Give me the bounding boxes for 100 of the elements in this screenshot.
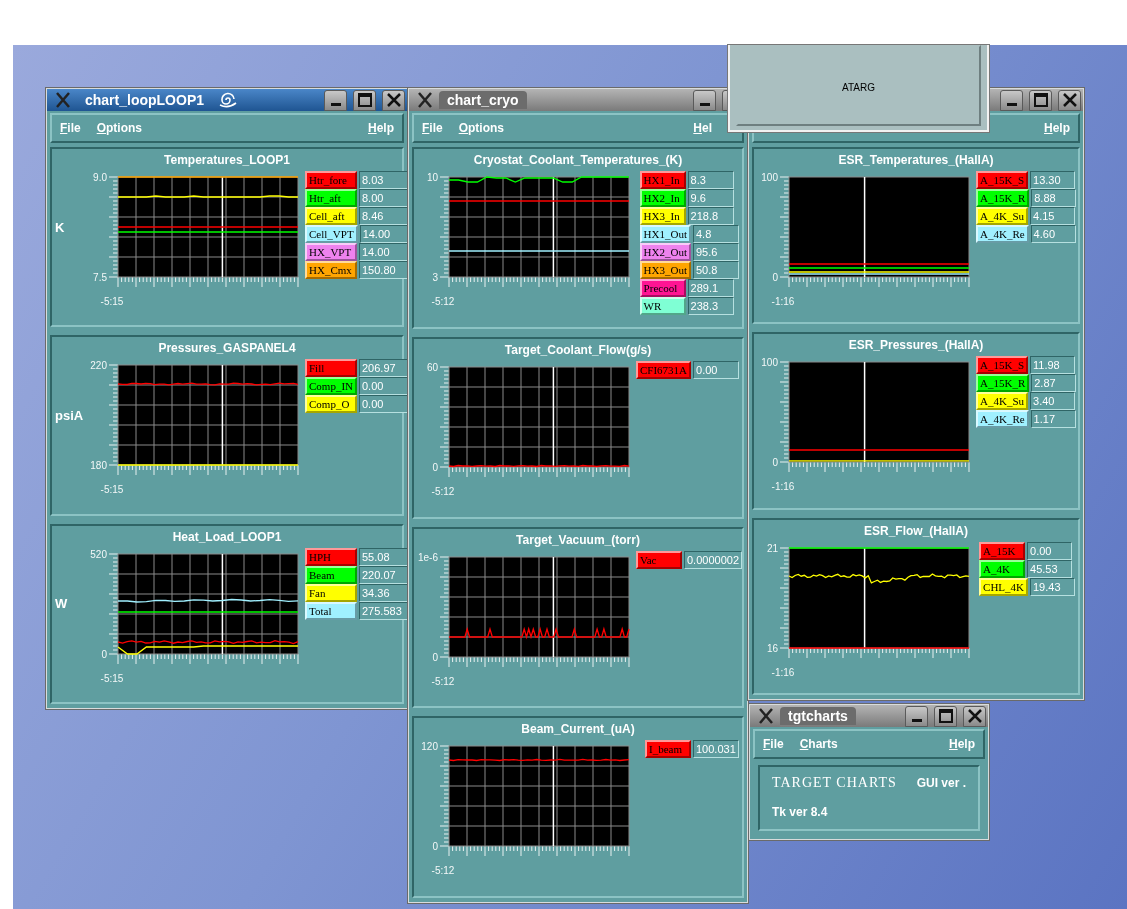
channel-button[interactable]: A_15K [979, 541, 1026, 560]
unit-label: psiA [55, 407, 84, 423]
value-field: 8.88 [1031, 189, 1077, 207]
axis-label: 0 [772, 457, 778, 469]
channel-button[interactable]: HX1_In [639, 171, 686, 189]
channel-button[interactable]: HX3_In [639, 207, 686, 225]
minimize-icon [1006, 103, 1017, 106]
value-field: 0.0000002 [684, 550, 742, 569]
axis-label: 100 [761, 357, 778, 369]
chart-title: ESR_Temperatures_(HallA) [837, 153, 995, 167]
swirl-icon [218, 91, 239, 109]
channel-button[interactable]: A_15K_S [976, 356, 1028, 375]
value-field: 1.17 [1030, 410, 1076, 429]
value-field: 95.6 [693, 243, 739, 261]
close-button[interactable] [382, 89, 405, 111]
value-field: 238.3 [687, 297, 734, 315]
minimize-icon [699, 103, 710, 106]
chart-title: ESR_Flow_(HallA) [863, 523, 969, 538]
maximize-button[interactable] [1029, 89, 1052, 111]
channel-button[interactable]: HX2_In [639, 189, 686, 207]
maximize-icon [357, 93, 372, 107]
axis-label: 9.0 [93, 172, 107, 183]
channel-button[interactable]: CFI6731A [636, 360, 692, 379]
channel-button[interactable]: Htr_fore [305, 171, 357, 189]
chart-title: Beam_Current_(uA) [520, 722, 636, 737]
channel-button[interactable]: Cell_aft [305, 207, 357, 225]
minimize-button[interactable] [905, 705, 928, 727]
value-field: 3.40 [1030, 392, 1075, 411]
time-label: -5:15 [100, 296, 124, 307]
chart-title: Cryostat_Coolant_Temperatures_(K) [472, 153, 684, 167]
dialog-label: ATARG [842, 82, 875, 93]
axis-label: 0 [772, 272, 778, 283]
channel-button[interactable]: A_4K_Re [976, 225, 1029, 243]
close-button[interactable] [1058, 89, 1081, 111]
channel-button[interactable]: HPH [305, 547, 357, 566]
channel-button[interactable]: HX_Cmx [305, 261, 357, 279]
value-field: 4.15 [1030, 207, 1075, 225]
chart-title: Temperatures_LOOP1 [163, 153, 291, 167]
minimize-button[interactable] [324, 89, 347, 111]
minimize-icon [911, 719, 922, 722]
channel-button[interactable]: A_4K_Re [976, 410, 1029, 429]
chart-title: Heat_Load_LOOP1 [171, 529, 283, 544]
channel-button[interactable]: A_4K_Su [976, 207, 1028, 225]
axis-label: 21 [766, 542, 778, 554]
value-field: 9.6 [687, 189, 734, 207]
channel-button[interactable]: Htr_aft [305, 189, 357, 207]
axis-label: 7.5 [93, 272, 107, 283]
value-field: 19.43 [1030, 577, 1075, 596]
time-label: -5:15 [100, 672, 124, 684]
unit-label: K [55, 219, 65, 235]
channel-button[interactable]: I_beam [645, 740, 691, 759]
channel-button[interactable]: HX1_Out [639, 225, 691, 243]
axis-label: 120 [421, 741, 438, 753]
value-field: 0.00 [1027, 541, 1073, 560]
maximize-button[interactable] [353, 89, 376, 111]
axis-label: 520 [90, 548, 107, 560]
channel-button[interactable]: A_4K_Su [976, 392, 1028, 411]
maximize-icon [938, 709, 953, 723]
minimize-button[interactable] [693, 89, 716, 111]
chart-title: Pressures_GASPANEL4 [157, 341, 297, 356]
channel-button[interactable]: HX2_Out [639, 243, 691, 261]
channel-button[interactable]: Comp_IN [305, 377, 357, 396]
axis-label: 10 [426, 172, 438, 183]
maximize-icon [1033, 93, 1048, 107]
close-button[interactable] [963, 705, 986, 727]
channel-button[interactable]: Precool [639, 279, 686, 297]
channel-button[interactable]: HX3_Out [639, 261, 691, 279]
value-field: 11.98 [1030, 356, 1075, 375]
channel-button[interactable]: Fill [305, 359, 357, 378]
channel-button[interactable]: Vac [636, 550, 682, 569]
channel-button[interactable]: Comp_O [305, 395, 357, 414]
time-label: -5:12 [431, 296, 455, 307]
time-label: -5:15 [100, 484, 124, 496]
window-title: tgtcharts [780, 707, 856, 725]
axis-label: 180 [90, 460, 107, 472]
channel-button[interactable]: WR [639, 297, 686, 315]
channel-button[interactable]: HX_VPT [305, 243, 357, 261]
time-label: -1:16 [771, 296, 795, 307]
value-field: 13.30 [1030, 171, 1075, 189]
minimize-button[interactable] [1000, 89, 1023, 111]
value-field: 289.1 [687, 279, 734, 297]
channel-button[interactable]: Cell_VPT [305, 225, 358, 243]
maximize-button[interactable] [934, 705, 957, 727]
value-field: 4.8 [693, 225, 739, 243]
axis-label: 0 [432, 841, 438, 853]
minimize-icon [330, 103, 341, 106]
close-icon [1062, 93, 1077, 107]
close-icon [967, 709, 982, 723]
channel-button[interactable]: A_15K_S [976, 171, 1028, 189]
channel-button[interactable]: A_15K_R [976, 374, 1030, 393]
value-field: 4.60 [1030, 225, 1076, 243]
x-logo-icon [55, 92, 71, 108]
axis-label: 3 [432, 272, 438, 283]
channel-button[interactable]: A_15K_R [976, 189, 1030, 207]
axis-label: 100 [761, 172, 778, 183]
x-logo-icon [758, 708, 774, 724]
time-label: -1:16 [771, 666, 795, 678]
app-heading: TARGET CHARTS [772, 775, 897, 791]
chart-title: Target_Vacuum_(torr) [515, 532, 641, 547]
value-field: 2.87 [1031, 374, 1077, 393]
